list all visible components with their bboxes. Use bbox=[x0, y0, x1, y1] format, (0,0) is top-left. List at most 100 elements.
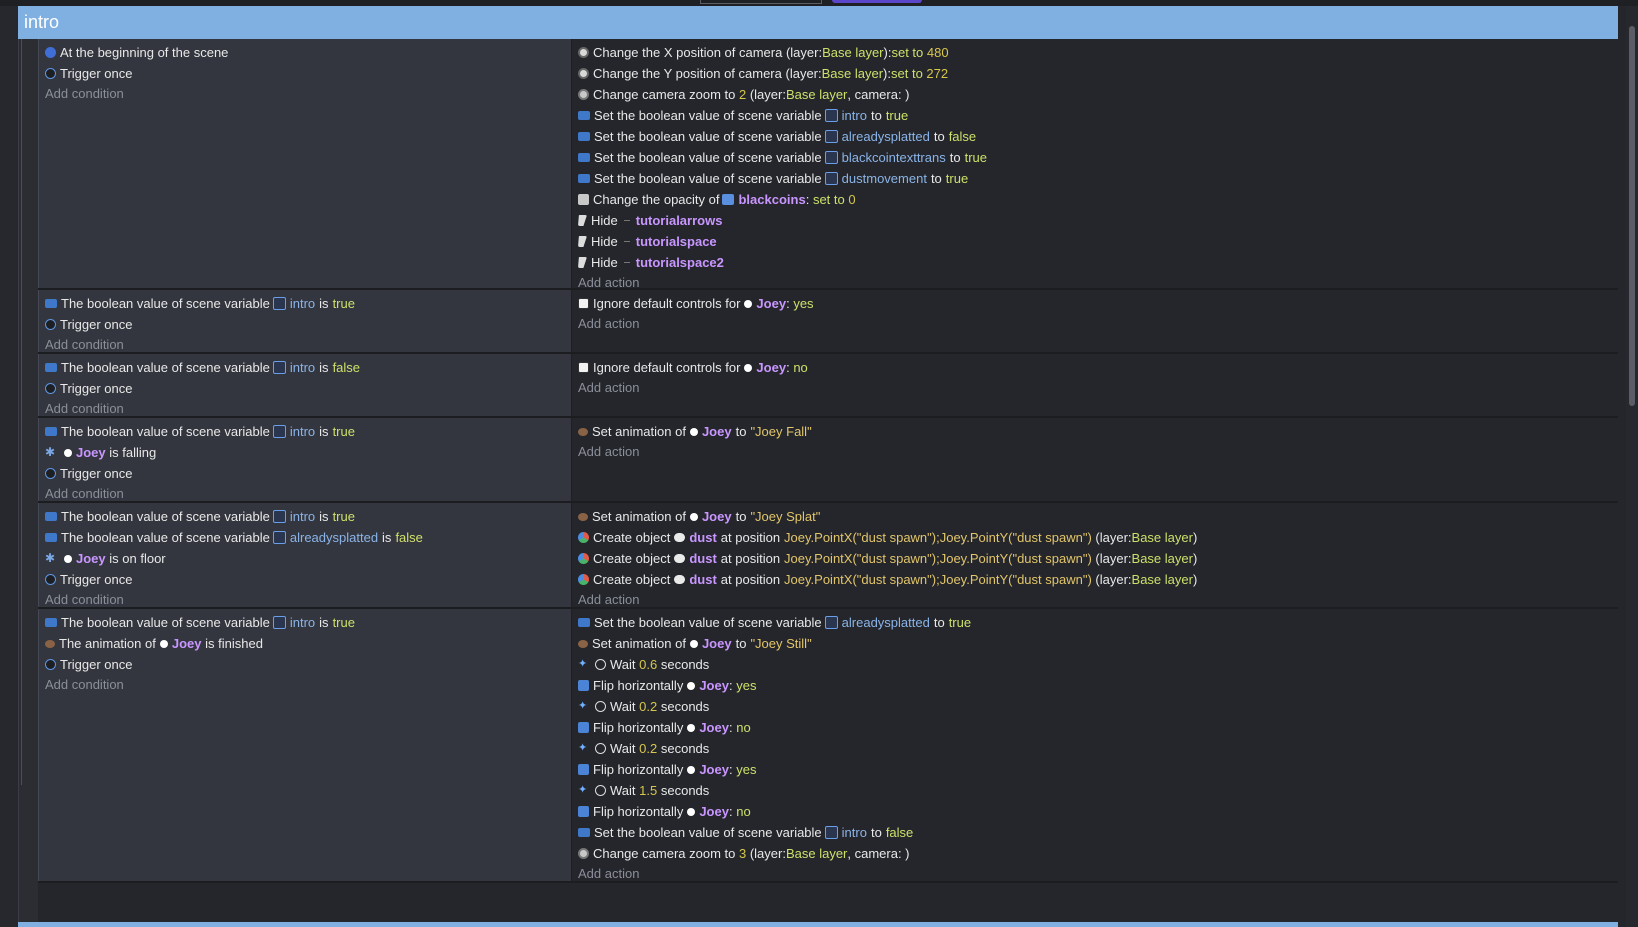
event-group-header[interactable]: intro bbox=[18, 6, 1618, 39]
action[interactable]: Flip horizontally Joey : yes bbox=[578, 675, 1618, 696]
scene-variable-icon bbox=[824, 151, 838, 164]
event-row[interactable]: The boolean value of scene variable intr… bbox=[38, 609, 1618, 883]
action[interactable]: Change the opacity of blackcoins : set t… bbox=[578, 189, 1618, 210]
toolbar-tab[interactable] bbox=[700, 0, 822, 4]
conditions-column[interactable]: The boolean value of scene variable intr… bbox=[38, 503, 572, 607]
action[interactable]: Set the boolean value of scene variable … bbox=[578, 612, 1618, 633]
action[interactable]: ✦ Wait 0.6 seconds bbox=[578, 654, 1618, 675]
variable-icon bbox=[45, 512, 57, 521]
action[interactable]: Set the boolean value of scene variable … bbox=[578, 147, 1618, 168]
event-row[interactable]: The boolean value of scene variable intr… bbox=[38, 354, 1618, 418]
action[interactable]: ✦ Wait 0.2 seconds bbox=[578, 696, 1618, 717]
action[interactable]: Set animation of Joey to "Joey Splat" bbox=[578, 506, 1618, 527]
scene-variable-icon bbox=[272, 425, 286, 438]
variable-icon bbox=[578, 618, 590, 627]
action[interactable]: Change the X position of camera (layer: … bbox=[578, 42, 1618, 63]
action[interactable]: Set animation of Joey to "Joey Fall" bbox=[578, 421, 1618, 442]
add-action-button[interactable]: Add action bbox=[578, 314, 1618, 334]
condition[interactable]: Trigger once bbox=[45, 654, 571, 675]
joey-object-icon bbox=[159, 639, 168, 648]
condition[interactable]: Trigger once bbox=[45, 569, 571, 590]
action[interactable]: Ignore default controls for Joey : yes bbox=[578, 293, 1618, 314]
conditions-column[interactable]: The boolean value of scene variable intr… bbox=[38, 354, 572, 416]
create-object-icon bbox=[578, 574, 589, 585]
add-condition-button[interactable]: Add condition bbox=[45, 590, 571, 610]
condition[interactable]: Trigger once bbox=[45, 314, 571, 335]
condition[interactable]: The boolean value of scene variable intr… bbox=[45, 612, 571, 633]
condition[interactable]: The boolean value of scene variable intr… bbox=[45, 421, 571, 442]
add-condition-button[interactable]: Add condition bbox=[45, 399, 571, 419]
action[interactable]: Hide tutorialspace2 bbox=[578, 252, 1618, 273]
joey-object-icon bbox=[744, 363, 753, 372]
condition[interactable]: ✱ Joey is falling bbox=[45, 442, 571, 463]
action[interactable]: Set the boolean value of scene variable … bbox=[578, 105, 1618, 126]
action[interactable]: Change camera zoom to 2 (layer: Base lay… bbox=[578, 84, 1618, 105]
action[interactable]: Flip horizontally Joey : no bbox=[578, 801, 1618, 822]
group-title: intro bbox=[24, 12, 60, 32]
actions-column[interactable]: Set animation of Joey to "Joey Fall" Add… bbox=[572, 418, 1618, 501]
actions-column[interactable]: Set the boolean value of scene variable … bbox=[572, 609, 1618, 881]
wait-icon: ✦ bbox=[578, 742, 588, 754]
actions-column[interactable]: Ignore default controls for Joey : yes A… bbox=[572, 290, 1618, 352]
actions-column[interactable]: Ignore default controls for Joey : no Ad… bbox=[572, 354, 1618, 416]
add-action-button[interactable]: Add action bbox=[578, 442, 1618, 462]
variable-icon bbox=[45, 618, 57, 627]
condition[interactable]: At the beginning of the scene bbox=[45, 42, 571, 63]
condition[interactable]: Trigger once bbox=[45, 378, 571, 399]
action[interactable]: Create object dust at position Joey.Poin… bbox=[578, 548, 1618, 569]
add-action-button[interactable]: Add action bbox=[578, 590, 1618, 610]
conditions-column[interactable]: The boolean value of scene variable intr… bbox=[38, 609, 572, 881]
add-condition-button[interactable]: Add condition bbox=[45, 335, 571, 355]
action[interactable]: ✦ Wait 1.5 seconds bbox=[578, 780, 1618, 801]
toolbar-primary-tab[interactable] bbox=[832, 0, 922, 3]
group-indent-bar bbox=[18, 39, 38, 927]
event-row[interactable]: At the beginning of the scene Trigger on… bbox=[38, 39, 1618, 290]
add-condition-button[interactable]: Add condition bbox=[45, 675, 571, 695]
action[interactable]: Flip horizontally Joey : yes bbox=[578, 759, 1618, 780]
event-row[interactable]: The boolean value of scene variable intr… bbox=[38, 418, 1618, 503]
condition[interactable]: The boolean value of scene variable intr… bbox=[45, 357, 571, 378]
action[interactable]: Flip horizontally Joey : no bbox=[578, 717, 1618, 738]
condition[interactable]: Trigger once bbox=[45, 463, 571, 484]
action[interactable]: Set the boolean value of scene variable … bbox=[578, 822, 1618, 843]
variable-icon bbox=[578, 111, 590, 120]
scene-start-icon bbox=[45, 47, 56, 58]
add-condition-button[interactable]: Add condition bbox=[45, 484, 571, 504]
conditions-column[interactable]: At the beginning of the scene Trigger on… bbox=[38, 39, 572, 288]
add-action-button[interactable]: Add action bbox=[578, 378, 1618, 398]
scene-variable-icon bbox=[272, 616, 286, 629]
action[interactable]: Ignore default controls for Joey : no bbox=[578, 357, 1618, 378]
condition[interactable]: The animation of Joey is finished bbox=[45, 633, 571, 654]
conditions-column[interactable]: The boolean value of scene variable intr… bbox=[38, 418, 572, 501]
action[interactable]: Change the Y position of camera (layer: … bbox=[578, 63, 1618, 84]
scene-variable-icon bbox=[824, 109, 838, 122]
condition[interactable]: The boolean value of scene variable intr… bbox=[45, 293, 571, 314]
action[interactable]: Hide tutorialspace bbox=[578, 231, 1618, 252]
condition[interactable]: The boolean value of scene variable alre… bbox=[45, 527, 571, 548]
action[interactable]: Change camera zoom to 3 (layer: Base lay… bbox=[578, 843, 1618, 864]
event-row[interactable]: The boolean value of scene variable intr… bbox=[38, 503, 1618, 609]
dust-object-icon bbox=[674, 533, 686, 542]
add-action-button[interactable]: Add action bbox=[578, 864, 1618, 884]
object-icon bbox=[623, 220, 630, 221]
timer-icon bbox=[595, 743, 606, 754]
condition[interactable]: The boolean value of scene variable intr… bbox=[45, 506, 571, 527]
scrollbar-thumb[interactable] bbox=[1629, 26, 1635, 406]
action[interactable]: Set the boolean value of scene variable … bbox=[578, 126, 1618, 147]
action[interactable]: Set the boolean value of scene variable … bbox=[578, 168, 1618, 189]
action[interactable]: Hide tutorialarrows bbox=[578, 210, 1618, 231]
actions-column[interactable]: Set animation of Joey to "Joey Splat" Cr… bbox=[572, 503, 1618, 607]
condition[interactable]: ✱ Joey is on floor bbox=[45, 548, 571, 569]
condition[interactable]: Trigger once bbox=[45, 63, 571, 84]
action[interactable]: Create object dust at position Joey.Poin… bbox=[578, 527, 1618, 548]
add-condition-button[interactable]: Add condition bbox=[45, 84, 571, 104]
hide-icon bbox=[578, 215, 587, 226]
animation-icon bbox=[578, 639, 588, 648]
conditions-column[interactable]: The boolean value of scene variable intr… bbox=[38, 290, 572, 352]
vertical-scrollbar[interactable] bbox=[1626, 6, 1638, 927]
action[interactable]: ✦ Wait 0.2 seconds bbox=[578, 738, 1618, 759]
action[interactable]: Set animation of Joey to "Joey Still" bbox=[578, 633, 1618, 654]
event-row[interactable]: The boolean value of scene variable intr… bbox=[38, 290, 1618, 354]
actions-column[interactable]: Change the X position of camera (layer: … bbox=[572, 39, 1618, 290]
action[interactable]: Create object dust at position Joey.Poin… bbox=[578, 569, 1618, 590]
